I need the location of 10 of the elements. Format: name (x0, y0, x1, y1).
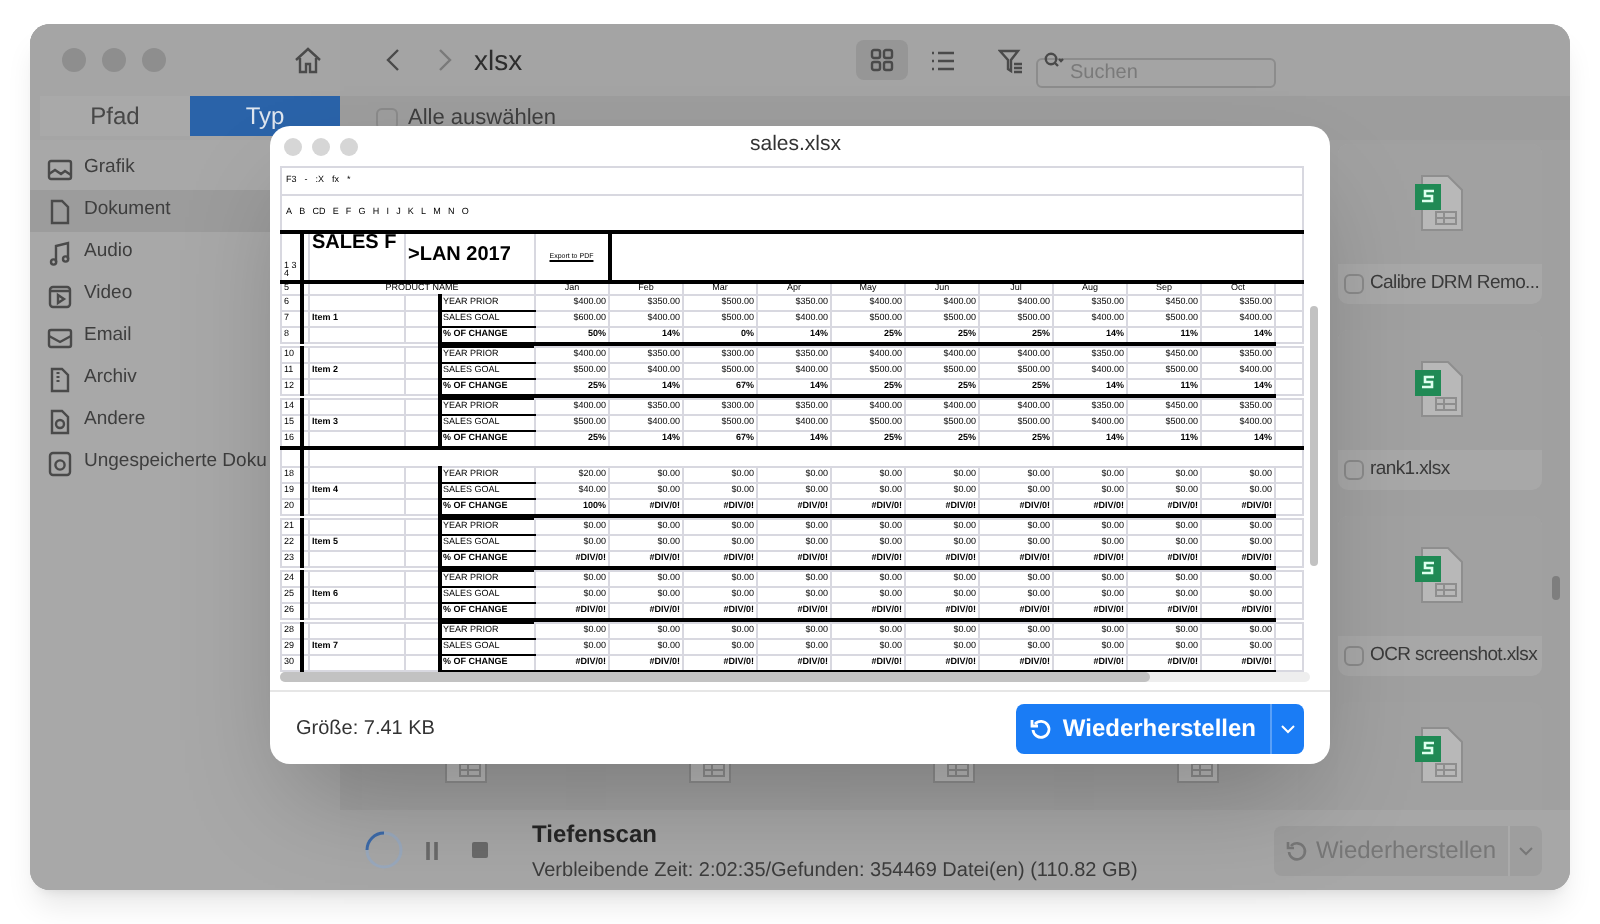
sheet-title: SALES F (312, 233, 397, 253)
sheet-title: >LAN 2017 (408, 244, 511, 266)
scan-title: Tiefenscan (532, 817, 659, 851)
file-name: OCR screenshot.xlsx (1370, 641, 1538, 670)
scan-status: Verbleibende Zeit: 2:02:35/Gefunden: 354469 Datei(en) (110.82 GB) (532, 857, 1138, 885)
preview-title: sales.xlsx (750, 130, 842, 161)
window-title: xlsx (474, 41, 523, 79)
file-name: rank1.xlsx (1370, 455, 1450, 484)
file-size: Größe: 7.41 KB (296, 715, 435, 743)
file-name: Calibre DRM Remo... (1370, 269, 1540, 298)
